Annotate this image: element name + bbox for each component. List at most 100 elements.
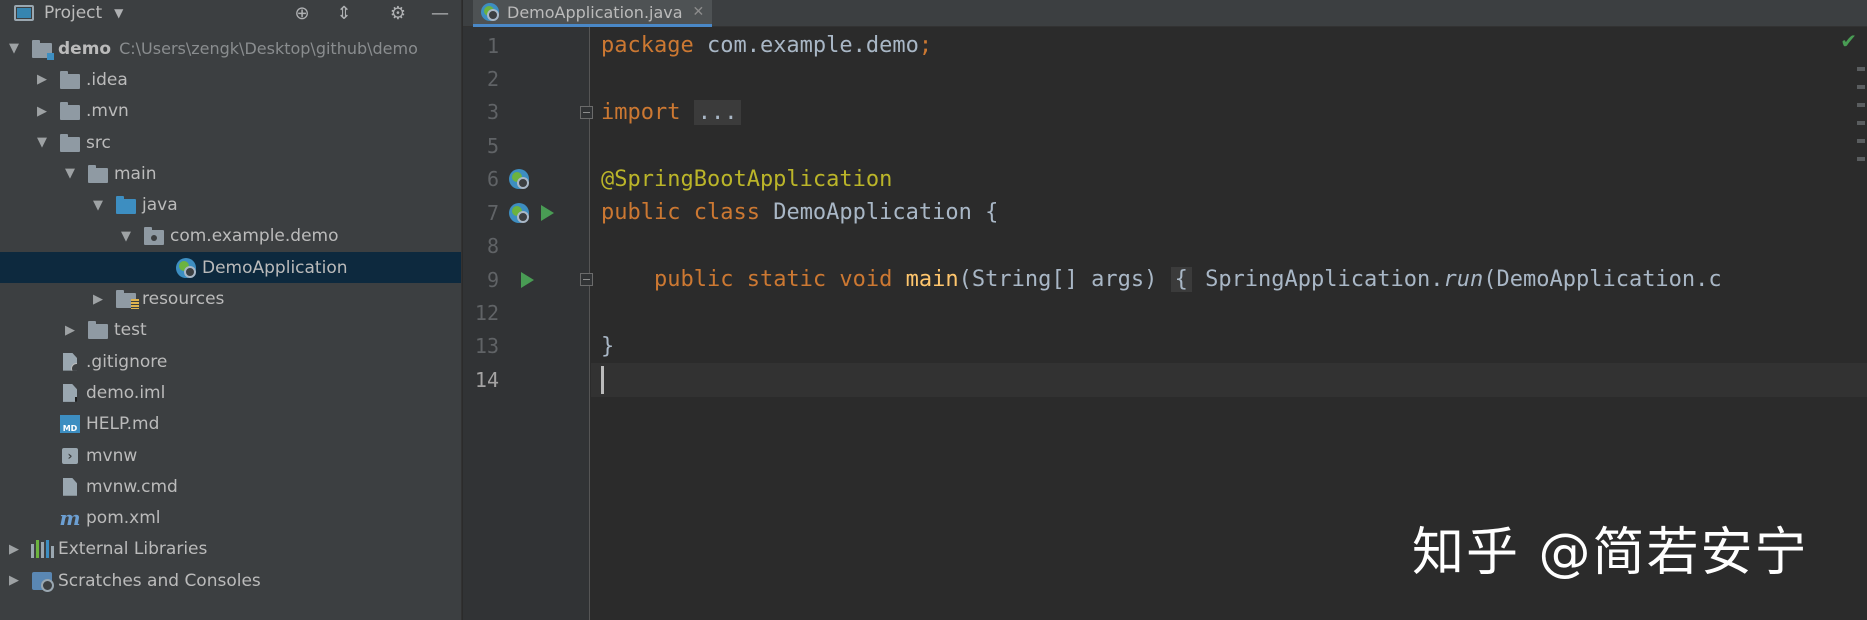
tab-demoapplication-java[interactable]: DemoApplication.java ✕ [473,0,713,27]
line-number: 8 [486,234,499,259]
tree-item-label: main [114,163,157,184]
code-line: 5 [463,129,1867,162]
collapsed-arrow-icon[interactable]: ▶ [34,104,50,119]
tree-item-label: .gitignore [86,351,168,372]
tree-item-label: DemoApplication [202,257,348,278]
collapsed-arrow-icon[interactable]: ▶ [34,72,50,87]
tab-label: DemoApplication.java [507,2,683,22]
locate-icon[interactable]: ⊕ [290,2,314,24]
tree-item-label: demo [58,38,112,59]
folder-icon [60,101,80,121]
spring-bean-icon[interactable] [507,201,531,225]
tree-item-resources[interactable]: ▶ resources [0,283,461,314]
project-tree: ▼ demo C:\Users\zengk\Desktop\github\dem… [0,33,461,596]
watermark: 知乎 @简若安宁 [1412,523,1809,583]
expand-arrow-icon[interactable]: ▼ [34,135,50,150]
tree-item-demoapplication[interactable]: DemoApplication [0,252,461,284]
tree-item-java[interactable]: ▼ java [0,189,461,220]
tree-item-demo-iml[interactable]: demo.iml [0,377,461,408]
project-panel-title[interactable]: Project [44,3,102,23]
tree-item-label: mvnw.cmd [86,476,178,497]
source-folder-icon [116,195,136,215]
folded-method-body[interactable]: { [1170,267,1192,293]
iml-file-icon [60,383,80,403]
tree-item-help-md[interactable]: MD HELP.md [0,409,461,440]
checkmark-icon[interactable]: ✔ [1840,29,1857,53]
expand-arrow-icon[interactable]: ▼ [62,166,78,181]
collapse-all-icon[interactable]: ⇕ [332,2,356,24]
code-text: public class DemoApplication { [601,200,999,226]
tree-item-package[interactable]: ▼ com.example.demo [0,221,461,252]
code-text: import ... [601,99,742,125]
tree-item-label: Scratches and Consoles [58,570,261,591]
tree-item-scratches[interactable]: ▶ Scratches and Consoles [0,565,461,596]
tree-item-label: .mvn [86,101,129,122]
line-number: 7 [486,200,499,225]
collapsed-arrow-icon[interactable]: ▶ [90,292,106,307]
code-line: 6 @SpringBootApplication [463,163,1867,196]
code-line: 7 public class DemoApplication { [463,196,1867,229]
chevron-down-icon[interactable]: ▼ [114,6,123,20]
code-text: @SpringBootApplication [601,166,893,192]
tree-item-main[interactable]: ▼ main [0,158,461,189]
line-number: 14 [474,367,499,392]
line-number: 2 [486,67,499,92]
tree-item-path: C:\Users\zengk\Desktop\github\demo [119,39,418,59]
folder-icon [60,70,80,90]
run-icon[interactable] [515,268,539,292]
tree-item-test[interactable]: ▶ test [0,315,461,346]
code-line: 3 import ... [463,96,1867,129]
code-line: 9 public static void main(String[] args)… [463,263,1867,296]
expand-arrow-icon[interactable]: ▼ [90,198,106,213]
code-text: public static void main(String[] args) {… [653,267,1722,293]
tree-item-pom-xml[interactable]: m pom.xml [0,502,461,533]
fold-expand-icon[interactable] [580,105,593,119]
collapsed-arrow-icon[interactable]: ▶ [62,323,78,338]
tree-item-mvn[interactable]: ▶ .mvn [0,96,461,127]
gear-icon[interactable]: ⚙ [386,2,410,24]
tree-item-label: resources [142,289,225,310]
folded-imports[interactable]: ... [693,99,742,125]
tree-item-label: test [114,320,147,341]
tree-item-label: .idea [86,69,128,90]
spring-boot-class-icon [481,3,499,21]
line-number: 13 [474,334,499,359]
markdown-file-icon: MD [60,414,80,434]
tree-item-external-libraries[interactable]: ▶ External Libraries [0,534,461,565]
tree-item-label: HELP.md [86,414,160,435]
tree-item-idea[interactable]: ▶ .idea [0,64,461,95]
spring-bean-search-icon[interactable] [507,167,531,191]
module-folder-icon [32,39,54,60]
close-icon[interactable]: ✕ [693,4,705,20]
text-file-icon [60,477,80,497]
line-number: 5 [486,133,499,158]
expand-arrow-icon[interactable]: ▼ [6,41,22,56]
collapsed-arrow-icon[interactable]: ▶ [6,573,22,588]
hide-icon[interactable]: — [428,2,452,24]
collapsed-arrow-icon[interactable]: ▶ [6,542,22,557]
run-icon[interactable] [535,201,559,225]
libraries-icon [30,539,54,559]
scratches-icon [32,571,54,592]
package-icon [144,226,164,246]
code-line: 12 [463,296,1867,329]
code-line: 1 package com.example.demo; [463,29,1867,62]
tree-item-gitignore[interactable]: .gitignore [0,346,461,377]
tree-item-src[interactable]: ▼ src [0,127,461,158]
text-caret [601,365,604,394]
tree-item-demo[interactable]: ▼ demo C:\Users\zengk\Desktop\github\dem… [0,33,461,64]
tree-item-label: pom.xml [86,508,161,529]
code-line: 13 } [463,330,1867,363]
error-stripe[interactable] [1857,67,1867,327]
editor-tab-bar: DemoApplication.java ✕ [463,0,1867,27]
tree-item-label: External Libraries [58,539,208,560]
code-text: } [601,333,615,359]
folder-icon [88,320,108,340]
project-panel-header[interactable]: Project ▼ ⊕ ⇕ ⚙ — [0,0,461,26]
code-line: 14 [463,363,590,396]
tree-item-mvnw[interactable]: › mvnw [0,440,461,471]
fold-expand-icon[interactable] [580,273,593,287]
expand-arrow-icon[interactable]: ▼ [118,229,134,244]
tree-item-mvnw-cmd[interactable]: mvnw.cmd [0,471,461,502]
tree-item-label: demo.iml [86,382,166,403]
